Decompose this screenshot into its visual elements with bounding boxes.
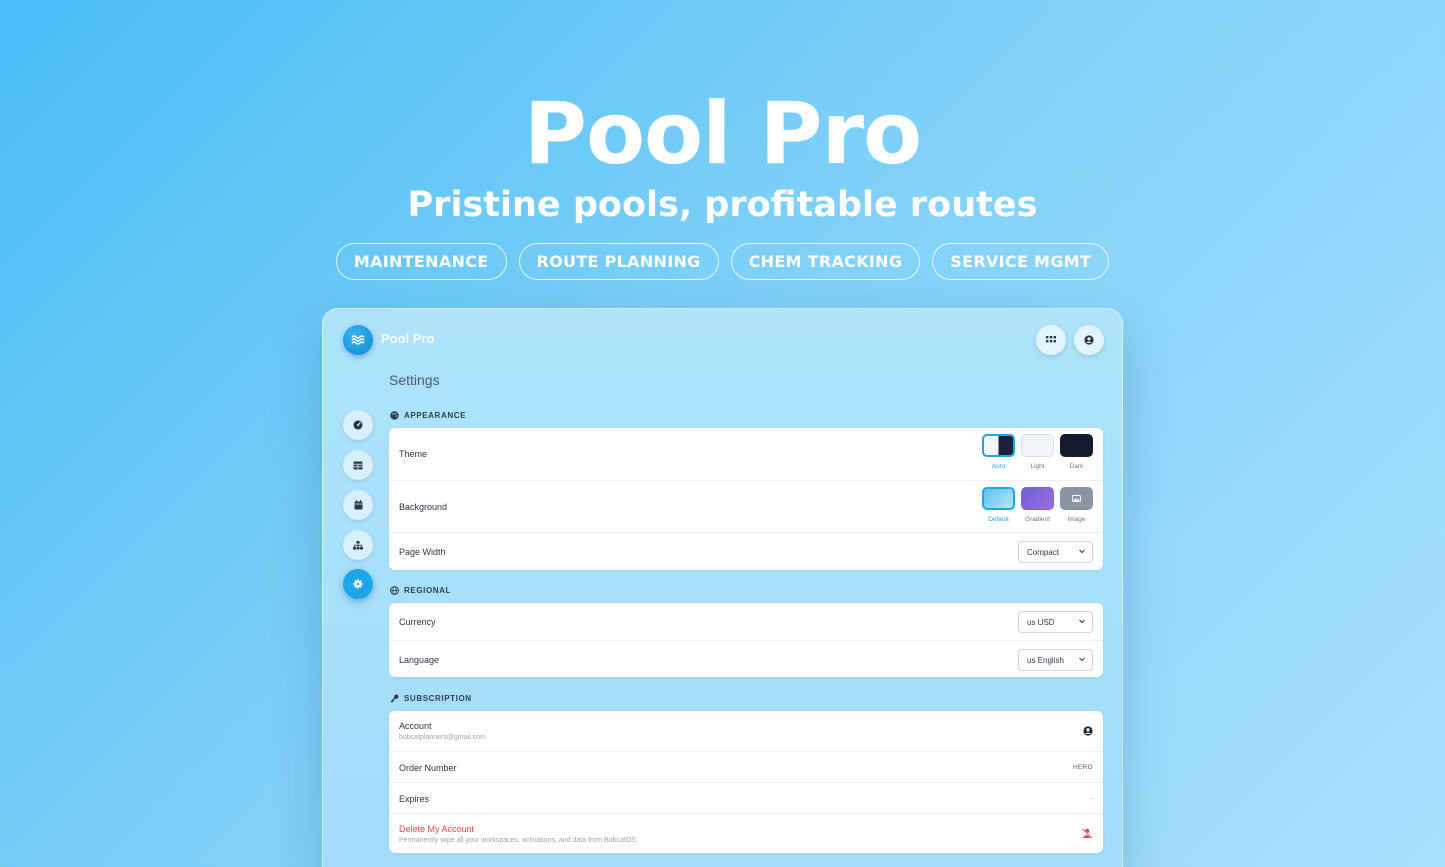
background-default-preview <box>982 487 1015 510</box>
theme-label: Theme <box>399 449 428 459</box>
delete-account-row[interactable]: Delete My Account Permanently wipe all y… <box>389 813 1103 853</box>
background-image-preview <box>1060 487 1093 510</box>
sitemap-icon <box>353 540 363 549</box>
account-email: bobcatplanners@gmail.com <box>399 734 486 741</box>
expires-row: Expires - <box>389 782 1103 813</box>
background-image-caption: Image <box>1067 516 1086 523</box>
app-window: Pool Pro Settings APPEARANCE Theme Auto … <box>322 308 1123 867</box>
theme-auto-caption: Auto <box>991 463 1006 470</box>
page-width-value: Compact <box>1027 547 1060 557</box>
subscription-card: Account bobcatplanners@gmail.com Order N… <box>389 711 1103 853</box>
section-appearance-title: APPEARANCE <box>404 411 467 420</box>
background-option-default[interactable]: Default <box>982 487 1015 523</box>
gear-icon <box>353 579 363 589</box>
sidebar-item-table[interactable] <box>343 450 373 480</box>
hero-subtitle: Pristine pools, profitable routes <box>407 185 1038 225</box>
regional-card: Currency us USD Language us English <box>389 603 1103 677</box>
apps-grid-button[interactable] <box>1036 325 1066 355</box>
dashboard-icon <box>353 420 363 430</box>
image-icon <box>1072 495 1081 502</box>
table-icon <box>353 461 363 469</box>
chevron-down-icon <box>1079 619 1085 624</box>
chevron-down-icon <box>1079 657 1085 662</box>
tag-service-mgmt: SERVICE MGMT <box>932 243 1110 280</box>
theme-option-light[interactable]: Light <box>1021 434 1054 470</box>
background-options: Default Gradient Image <box>982 487 1093 523</box>
order-number-label: Order Number <box>399 763 457 773</box>
background-option-gradient[interactable]: Gradient <box>1021 487 1054 523</box>
calendar-icon <box>354 500 362 510</box>
background-label: Background <box>399 502 448 512</box>
page-title: Settings <box>389 372 440 388</box>
theme-row: Theme Auto Light Dark <box>389 428 1103 480</box>
language-value: us English <box>1027 655 1064 665</box>
user-slash-icon[interactable] <box>1081 828 1093 839</box>
theme-options: Auto Light Dark <box>982 434 1093 470</box>
order-number-row: Order Number HERO <box>389 751 1103 782</box>
page-width-label: Page Width <box>399 547 446 557</box>
section-regional-header: REGIONAL <box>390 586 451 595</box>
tag-maintenance: MAINTENANCE <box>335 243 507 280</box>
sidebar-item-calendar[interactable] <box>343 490 373 520</box>
order-number-value: HERO <box>1073 764 1093 771</box>
background-gradient-preview <box>1021 487 1054 510</box>
section-subscription-title: SUBSCRIPTION <box>404 694 472 703</box>
appearance-card: Theme Auto Light Dark Background Default… <box>389 428 1103 570</box>
waves-icon <box>351 335 365 345</box>
expires-value: - <box>1090 795 1093 802</box>
sidebar-item-dashboard[interactable] <box>343 410 373 440</box>
page-width-select[interactable]: Compact <box>1018 541 1093 563</box>
sidebar-item-sitemap[interactable] <box>343 530 373 560</box>
page-width-row: Page Width Compact <box>389 532 1103 570</box>
delete-account-label[interactable]: Delete My Account <box>399 824 474 834</box>
theme-dark-preview <box>1060 434 1093 457</box>
theme-option-dark[interactable]: Dark <box>1060 434 1093 470</box>
user-circle-icon <box>1084 335 1094 345</box>
grid-icon <box>1046 336 1056 343</box>
theme-auto-preview <box>982 434 1015 457</box>
profile-button[interactable] <box>1074 325 1104 355</box>
app-name: Pool Pro <box>381 331 435 346</box>
theme-dark-caption: Dark <box>1069 463 1084 470</box>
section-regional-title: REGIONAL <box>404 586 452 595</box>
key-icon <box>390 694 399 703</box>
palette-icon <box>390 411 399 420</box>
hero-title: Pool Pro <box>523 84 922 184</box>
language-label: Language <box>399 655 440 665</box>
tag-route-planning: ROUTE PLANNING <box>518 243 719 280</box>
language-select[interactable]: us English <box>1018 649 1093 671</box>
chevron-down-icon <box>1079 549 1085 554</box>
theme-option-auto[interactable]: Auto <box>982 434 1015 470</box>
account-label: Account <box>399 721 432 731</box>
delete-account-description: Permanently wipe all your workspaces, ac… <box>399 837 638 844</box>
user-circle-icon[interactable] <box>1083 726 1093 736</box>
app-logo[interactable] <box>343 325 373 355</box>
tag-chem-tracking: CHEM TRACKING <box>730 243 921 280</box>
account-row: Account bobcatplanners@gmail.com <box>389 711 1103 751</box>
expires-label: Expires <box>399 794 430 804</box>
theme-light-preview <box>1021 434 1054 457</box>
currency-value: us USD <box>1027 617 1055 627</box>
background-gradient-caption: Gradient <box>1025 516 1050 523</box>
section-subscription-header: SUBSCRIPTION <box>390 694 472 703</box>
background-option-image[interactable]: Image <box>1060 487 1093 523</box>
sidebar-item-settings[interactable] <box>343 569 373 599</box>
currency-label: Currency <box>399 617 436 627</box>
background-row: Background Default Gradient Image <box>389 480 1103 532</box>
currency-select[interactable]: us USD <box>1018 611 1093 633</box>
section-appearance-header: APPEARANCE <box>390 411 466 420</box>
language-row: Language us English <box>389 640 1103 677</box>
feature-tags: MAINTENANCE ROUTE PLANNING CHEM TRACKING… <box>0 243 1445 280</box>
theme-light-caption: Light <box>1030 463 1045 470</box>
background-default-caption: Default <box>988 516 1009 523</box>
globe-icon <box>390 586 399 595</box>
currency-row: Currency us USD <box>389 603 1103 640</box>
